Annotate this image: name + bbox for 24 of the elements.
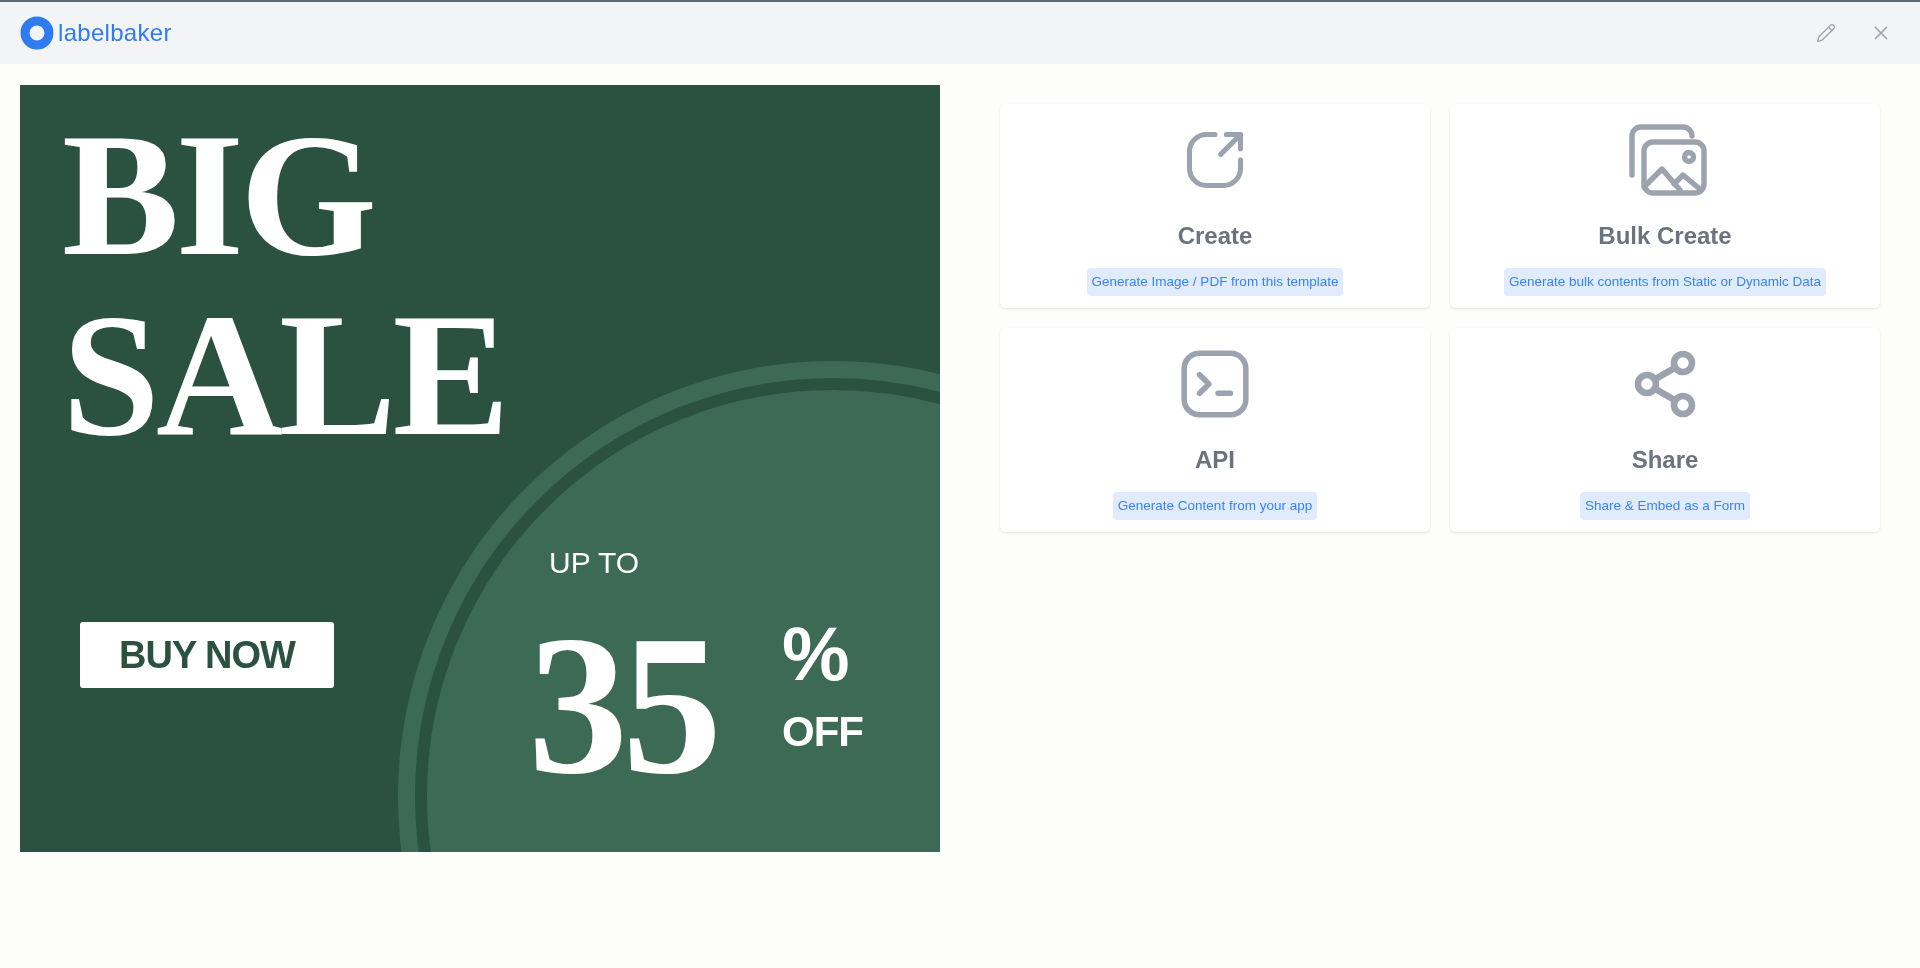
buy-now-button[interactable]: BUY NOW [80, 622, 334, 688]
action-description: Generate Image / PDF from this template [1086, 268, 1344, 297]
up-to-text: UP TO [549, 545, 640, 581]
action-card[interactable]: API Generate Content from your app [1000, 328, 1430, 532]
terminal-icon [1178, 347, 1252, 421]
action-title: Share [1631, 445, 1699, 475]
headline-text: SALE [62, 285, 506, 465]
discount-value: 35 [528, 605, 716, 805]
logo-text: labelbaker [58, 18, 172, 48]
pencil-icon [1816, 23, 1836, 43]
action-card[interactable]: Create Generate Image / PDF from this template [1000, 104, 1430, 308]
off-text: OFF [782, 709, 863, 755]
action-description: Generate Content from your app [1112, 492, 1318, 521]
action-title: Bulk Create [1598, 221, 1732, 251]
action-title: API [1195, 445, 1235, 475]
action-card[interactable]: Share Share & Embed as a Form [1450, 328, 1880, 532]
edit-button[interactable] [1814, 21, 1838, 45]
logo-icon [20, 16, 54, 50]
action-title: Create [1177, 221, 1253, 251]
action-card[interactable]: Bulk Create Generate bulk contents from Static or Dynamic Data [1450, 104, 1880, 308]
action-description: Generate bulk contents from Static or Dynamic Data [1503, 268, 1827, 297]
percent-sign: % [782, 612, 850, 696]
action-description: Share & Embed as a Form [1580, 492, 1750, 521]
headline-text: BIG [62, 105, 374, 285]
